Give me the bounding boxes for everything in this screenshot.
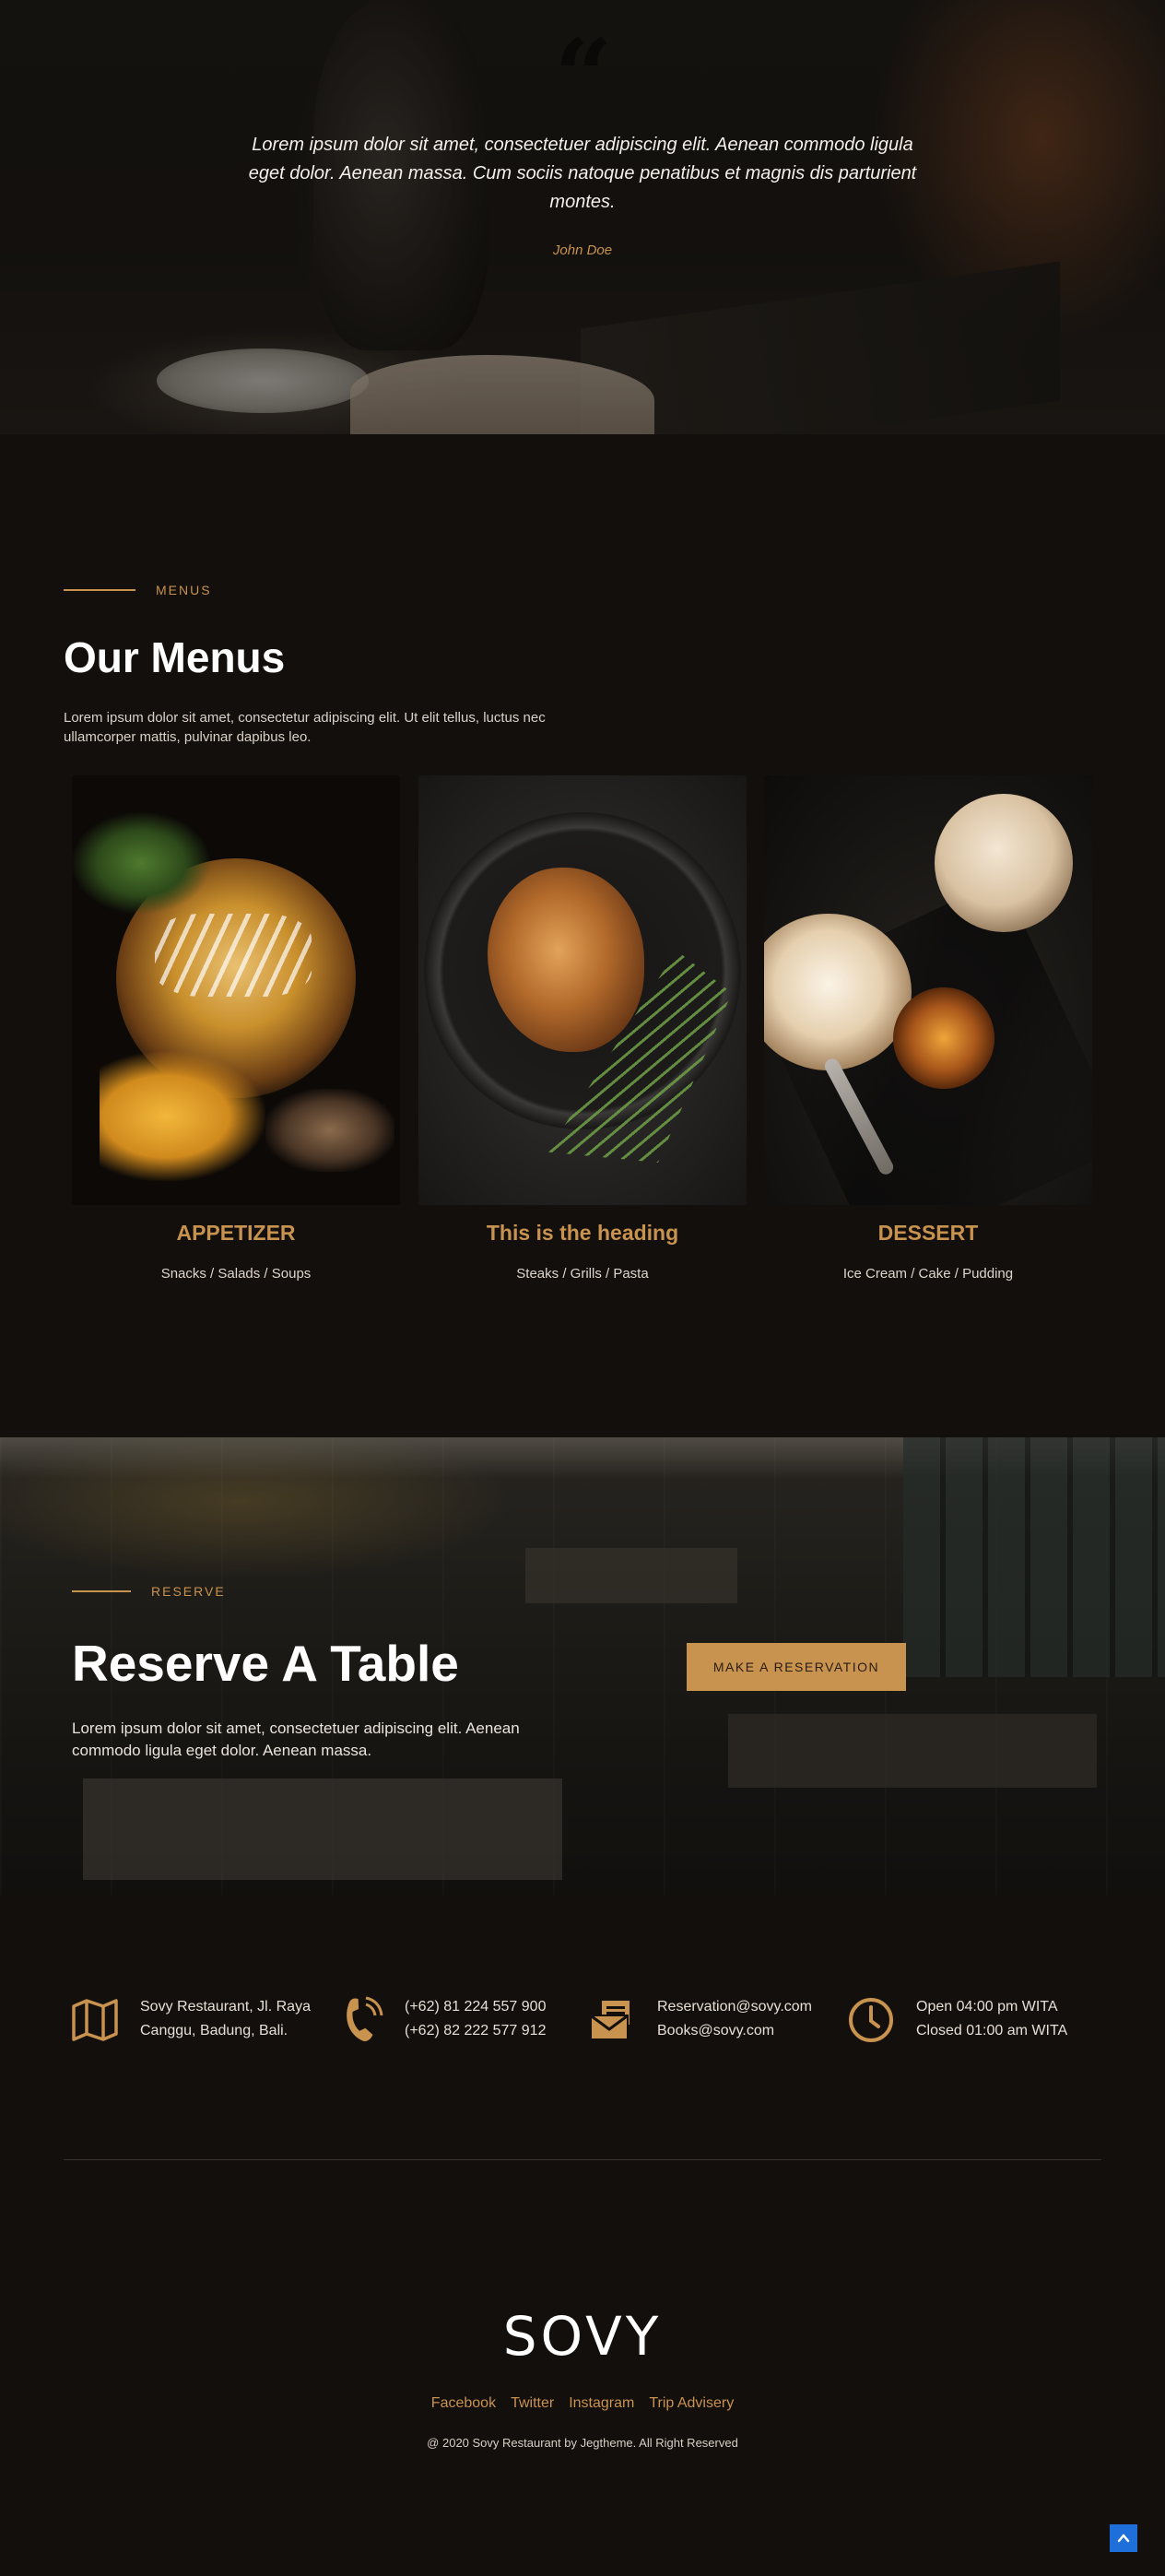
menus-title: Our Menus: [64, 633, 286, 681]
reserve-eyebrow-label: RESERVE: [151, 1584, 226, 1599]
menus-eyebrow-label: MENUS: [156, 583, 212, 597]
contact-phone: (+62) 81 224 557 900 (+62) 82 222 577 91…: [335, 1995, 546, 2045]
hours-line-1: Open 04:00 pm WITA: [916, 1999, 1058, 2015]
social-links: Facebook Twitter Instagram Trip Advisery: [0, 2395, 1165, 2412]
reserve-title: Reserve A Table: [72, 1635, 459, 1692]
eyebrow-line: [64, 589, 135, 591]
phone-line-1[interactable]: (+62) 81 224 557 900: [405, 1995, 546, 2019]
footer-divider: [64, 2159, 1101, 2160]
menu-card-title[interactable]: APPETIZER: [72, 1221, 400, 1246]
instagram-link[interactable]: Instagram: [569, 2395, 634, 2412]
address-line-2: Canggu, Badung, Bali.: [140, 2023, 288, 2038]
main-course-photo: [418, 775, 747, 1205]
phone-icon: [347, 1996, 383, 2041]
dessert-photo: [764, 775, 1092, 1205]
menu-card-title[interactable]: This is the heading: [418, 1221, 747, 1246]
phone-line-2[interactable]: (+62) 82 222 577 912: [405, 2019, 546, 2043]
email-line-1[interactable]: Reservation@sovy.com: [657, 1995, 812, 2019]
drink-glass: [893, 987, 994, 1089]
beans-garnish: [265, 1089, 394, 1172]
reserve-description: Lorem ipsum dolor sit amet, consectetuer…: [72, 1719, 520, 1759]
copyright: @ 2020 Sovy Restaurant by Jegtheme. All …: [427, 2436, 738, 2450]
eyebrow-line: [72, 1590, 131, 1592]
meringue: [935, 794, 1073, 932]
contact-address: Sovy Restaurant, Jl. Raya Canggu, Badung…: [70, 1995, 311, 2045]
menu-card-subtitle: Snacks / Salads / Soups: [160, 1266, 312, 1282]
make-reservation-button[interactable]: MAKE A RESERVATION: [687, 1643, 906, 1691]
back-to-top-button[interactable]: [1110, 2524, 1137, 2552]
twitter-link[interactable]: Twitter: [511, 2395, 554, 2412]
clock-icon: [849, 1998, 893, 2042]
mail-icon: [590, 2001, 630, 2040]
menu-card-subtitle: Ice Cream / Cake / Pudding: [842, 1266, 1014, 1282]
footer-logo[interactable]: SOVY: [0, 2305, 1165, 2368]
testimonial-quote: Lorem ipsum dolor sit amet, consectetuer…: [248, 135, 917, 212]
map-icon: [72, 1999, 118, 2041]
testimonial-section: “ Lorem ipsum dolor sit amet, consectetu…: [0, 0, 1165, 434]
menus-eyebrow: MENUS: [64, 583, 212, 597]
quote-icon: “: [554, 17, 613, 136]
menus-description: Lorem ipsum dolor sit amet, consectetur …: [64, 710, 546, 745]
address-line-1: Sovy Restaurant, Jl. Raya: [140, 1999, 311, 2015]
contact-email: Reservation@sovy.com Books@sovy.com: [587, 1995, 812, 2045]
email-line-2[interactable]: Books@sovy.com: [657, 2019, 812, 2043]
hours-line-2: Closed 01:00 am WITA: [916, 2023, 1068, 2038]
tortilla-chips: [100, 1052, 265, 1181]
chevron-up-icon: [1117, 2534, 1130, 2543]
herb-garnish: [72, 812, 210, 914]
menu-card-title[interactable]: DESSERT: [764, 1221, 1092, 1246]
menu-card-appetizer[interactable]: APPETIZER Snacks / Salads / Soups: [72, 775, 400, 1282]
facebook-link[interactable]: Facebook: [431, 2395, 496, 2412]
appetizer-photo: [72, 775, 400, 1205]
reserve-eyebrow: RESERVE: [72, 1584, 226, 1599]
menu-card-main[interactable]: This is the heading Steaks / Grills / Pa…: [418, 775, 747, 1282]
contact-hours: Open 04:00 pm WITA Closed 01:00 am WITA: [846, 1995, 1067, 2045]
menu-card-dessert[interactable]: DESSERT Ice Cream / Cake / Pudding: [764, 775, 1092, 1282]
tripadvisor-link[interactable]: Trip Advisery: [649, 2395, 734, 2412]
menu-card-subtitle: Steaks / Grills / Pasta: [516, 1266, 649, 1282]
testimonial-author: John Doe: [552, 242, 613, 258]
sour-cream-drizzle: [155, 914, 312, 997]
